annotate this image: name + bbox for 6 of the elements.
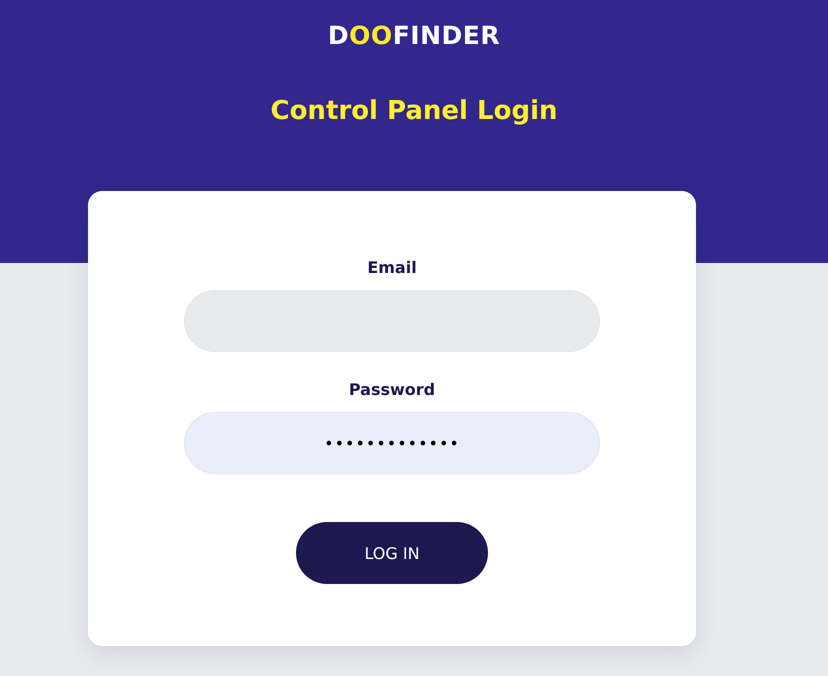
field-label: Email — [367, 257, 417, 279]
input-field[interactable]: ••••••••••••• — [184, 412, 600, 474]
login-button[interactable]: LOG IN — [296, 522, 488, 584]
page-title: Control Panel Login — [270, 95, 558, 128]
field-label: Password — [348, 379, 436, 401]
logo: DOOFINDER — [328, 22, 500, 50]
